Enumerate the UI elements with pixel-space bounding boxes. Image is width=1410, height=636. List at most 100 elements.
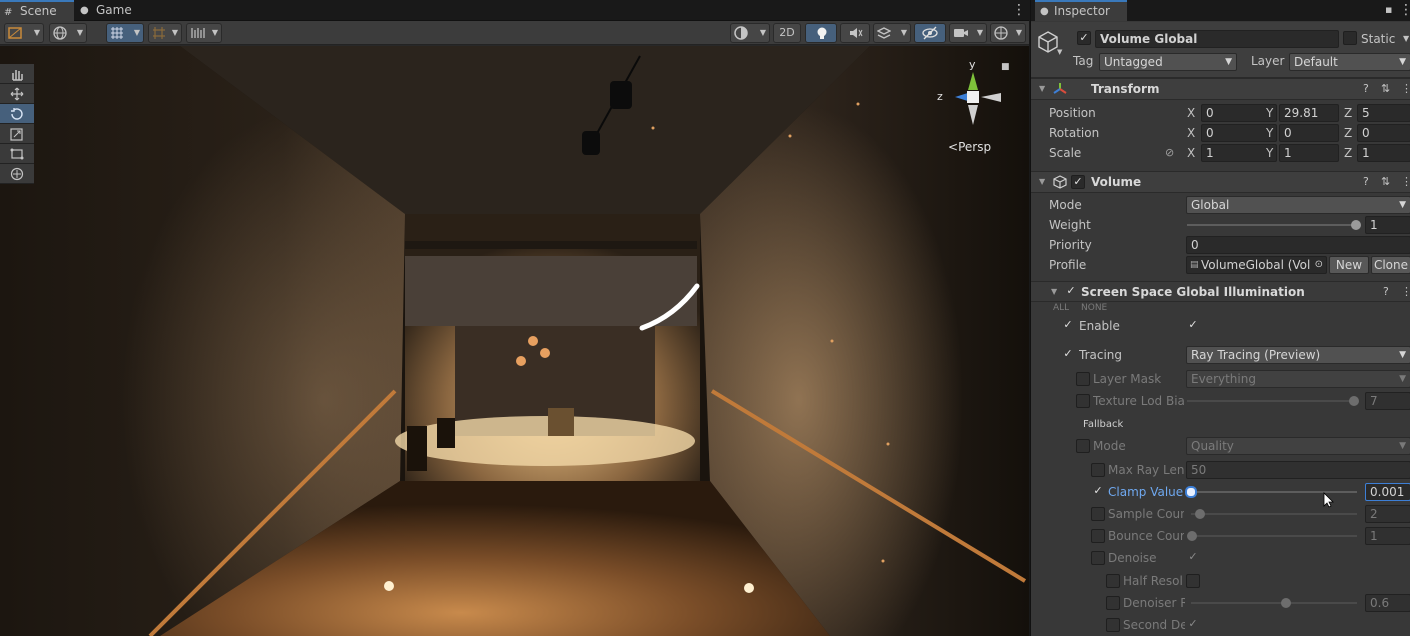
sample-count-slider-track[interactable] — [1191, 513, 1357, 515]
axis-y-label[interactable]: Y — [1266, 143, 1273, 163]
clamp-value-field[interactable]: 0.001 — [1365, 483, 1410, 501]
axis-z-label[interactable]: Z — [1344, 123, 1352, 143]
move-tool[interactable] — [0, 84, 34, 104]
constrain-proportions-icon[interactable]: ⊘ — [1165, 143, 1174, 163]
audio-toggle[interactable] — [840, 23, 870, 43]
bounce-count-override-checkbox[interactable] — [1091, 529, 1105, 543]
max-ray-override-checkbox[interactable] — [1091, 463, 1105, 477]
tab-game[interactable]: ● Game — [76, 0, 146, 21]
half-res-checkbox[interactable] — [1186, 574, 1200, 588]
denoiser-radius-slider-knob[interactable] — [1281, 598, 1292, 608]
fallback-mode-override-checkbox[interactable] — [1076, 439, 1090, 453]
texture-lod-slider-track[interactable] — [1187, 400, 1357, 402]
toggle-2d-button[interactable]: 2D — [773, 23, 801, 43]
effects-dropdown[interactable]: ▼ — [873, 23, 911, 43]
static-dropdown-icon[interactable]: ▼ — [1403, 34, 1409, 43]
denoiser-radius-field[interactable]: 0.6 — [1365, 594, 1410, 612]
axis-z-label[interactable]: Z — [1344, 143, 1352, 163]
shading-mode-dropdown[interactable]: ▼ — [730, 23, 770, 43]
denoise-override-checkbox[interactable] — [1091, 551, 1105, 565]
second-denoiser-checkbox[interactable]: ✓ — [1186, 618, 1200, 632]
lighting-toggle[interactable] — [805, 23, 837, 43]
presets-icon[interactable]: ⇅ — [1381, 175, 1390, 188]
layer-mask-override-checkbox[interactable] — [1076, 372, 1090, 386]
max-ray-length-field[interactable]: 50 — [1186, 461, 1410, 479]
sample-count-slider-knob[interactable] — [1195, 509, 1206, 519]
new-profile-button[interactable]: New — [1329, 256, 1369, 274]
volume-mode-dropdown[interactable]: Global ▼ — [1186, 196, 1410, 214]
layer-mask-dropdown[interactable]: Everything ▼ — [1186, 370, 1410, 388]
scene-viewport[interactable] — [0, 46, 1029, 636]
denoise-checkbox[interactable]: ✓ — [1186, 551, 1200, 565]
tracing-dropdown[interactable]: Ray Tracing (Preview) ▼ — [1186, 346, 1410, 364]
global-local-dropdown[interactable]: ▼ — [49, 23, 87, 43]
clone-profile-button[interactable]: Clone — [1371, 256, 1410, 274]
scale-y-field[interactable]: 1 — [1279, 144, 1339, 162]
hidden-objects-toggle[interactable] — [914, 23, 946, 43]
bounce-count-slider-knob[interactable] — [1187, 531, 1197, 541]
enable-checkbox[interactable]: ✓ — [1186, 319, 1200, 333]
layer-dropdown[interactable]: Default ▼ — [1289, 53, 1410, 71]
draw-mode-dropdown[interactable]: ▼ — [4, 23, 44, 43]
bounce-count-field[interactable]: 1 — [1365, 527, 1410, 545]
clamp-slider-knob[interactable] — [1185, 486, 1197, 498]
tab-inspector[interactable]: ● Inspector — [1035, 0, 1127, 21]
grid-snapping-toggle[interactable]: ▼ — [106, 23, 144, 43]
rotation-y-field[interactable]: 0 — [1279, 124, 1339, 142]
fallback-mode-dropdown[interactable]: Quality ▼ — [1186, 437, 1410, 455]
component-menu-icon[interactable]: ⋮ — [1401, 82, 1410, 95]
rotation-z-field[interactable]: 0 — [1357, 124, 1410, 142]
denoiser-radius-override-checkbox[interactable] — [1106, 596, 1120, 610]
help-icon[interactable]: ? — [1363, 82, 1369, 95]
axis-x-label[interactable]: X — [1187, 143, 1195, 163]
second-denoiser-override-checkbox[interactable] — [1106, 618, 1120, 632]
weight-field[interactable]: 1 — [1365, 216, 1410, 234]
component-menu-icon[interactable]: ⋮ — [1401, 175, 1410, 188]
position-z-field[interactable]: 5 — [1357, 104, 1410, 122]
clamp-override-checkbox[interactable]: ✓ — [1091, 485, 1105, 499]
weight-slider-track[interactable] — [1187, 224, 1357, 226]
transform-header[interactable]: ▼ Transform ? ⇅ ⋮ — [1031, 78, 1410, 100]
override-none-button[interactable]: NONE — [1081, 300, 1107, 316]
gizmo-lock-icon[interactable]: ■ — [1001, 62, 1010, 72]
axis-x-label[interactable]: X — [1187, 103, 1195, 123]
gizmos-dropdown[interactable]: ▼ — [990, 23, 1026, 43]
override-all-button[interactable]: ALL — [1053, 300, 1069, 316]
axis-y-label[interactable]: Y — [1266, 123, 1273, 143]
increment-snap-dropdown[interactable]: ▼ — [148, 23, 182, 43]
bounce-count-slider-track[interactable] — [1191, 535, 1357, 537]
axis-y-label[interactable]: Y — [1266, 103, 1273, 123]
scene-more-icon[interactable]: ⋮ — [1012, 2, 1026, 18]
chevron-down-icon[interactable]: ▼ — [1057, 48, 1062, 56]
priority-field[interactable]: 0 — [1186, 236, 1410, 254]
sample-count-field[interactable]: 2 — [1365, 505, 1410, 523]
axis-z-label[interactable]: Z — [1344, 103, 1352, 123]
ssgi-enabled-checkbox[interactable]: ✓ — [1064, 285, 1078, 299]
volume-header[interactable]: ▼ ✓ Volume ? ⇅ ⋮ — [1031, 171, 1410, 193]
weight-slider-knob[interactable] — [1351, 220, 1361, 230]
enable-override-checkbox[interactable]: ✓ — [1061, 319, 1075, 333]
object-name-field[interactable]: Volume Global — [1095, 30, 1339, 48]
static-checkbox[interactable] — [1343, 31, 1357, 45]
axis-x-label[interactable]: X — [1187, 123, 1195, 143]
half-res-override-checkbox[interactable] — [1106, 574, 1120, 588]
rotate-tool[interactable] — [0, 104, 34, 124]
profile-object-field[interactable]: ▤ VolumeGlobal (Vol ⊙ — [1186, 256, 1327, 274]
presets-icon[interactable]: ⇅ — [1381, 82, 1390, 95]
sample-count-override-checkbox[interactable] — [1091, 507, 1105, 521]
tab-scene[interactable]: # Scene — [0, 0, 74, 21]
inspector-more-icon[interactable]: ⋮ — [1399, 2, 1410, 18]
hand-tool[interactable] — [0, 64, 34, 84]
lock-icon[interactable]: ▪ — [1385, 3, 1392, 16]
object-active-checkbox[interactable]: ✓ — [1077, 31, 1091, 45]
help-icon[interactable]: ? — [1383, 285, 1389, 298]
component-menu-icon[interactable]: ⋮ — [1401, 285, 1410, 298]
tag-dropdown[interactable]: Untagged ▼ — [1099, 53, 1237, 71]
projection-toggle[interactable]: <Persp — [948, 140, 991, 154]
denoiser-radius-slider-track[interactable] — [1191, 602, 1357, 604]
tracing-override-checkbox[interactable]: ✓ — [1061, 348, 1075, 362]
object-picker-icon[interactable]: ⊙ — [1315, 257, 1323, 273]
ssgi-header[interactable]: ▼ ✓ Screen Space Global Illumination ? ⋮ — [1031, 281, 1410, 302]
help-icon[interactable]: ? — [1363, 175, 1369, 188]
texture-lod-override-checkbox[interactable] — [1076, 394, 1090, 408]
